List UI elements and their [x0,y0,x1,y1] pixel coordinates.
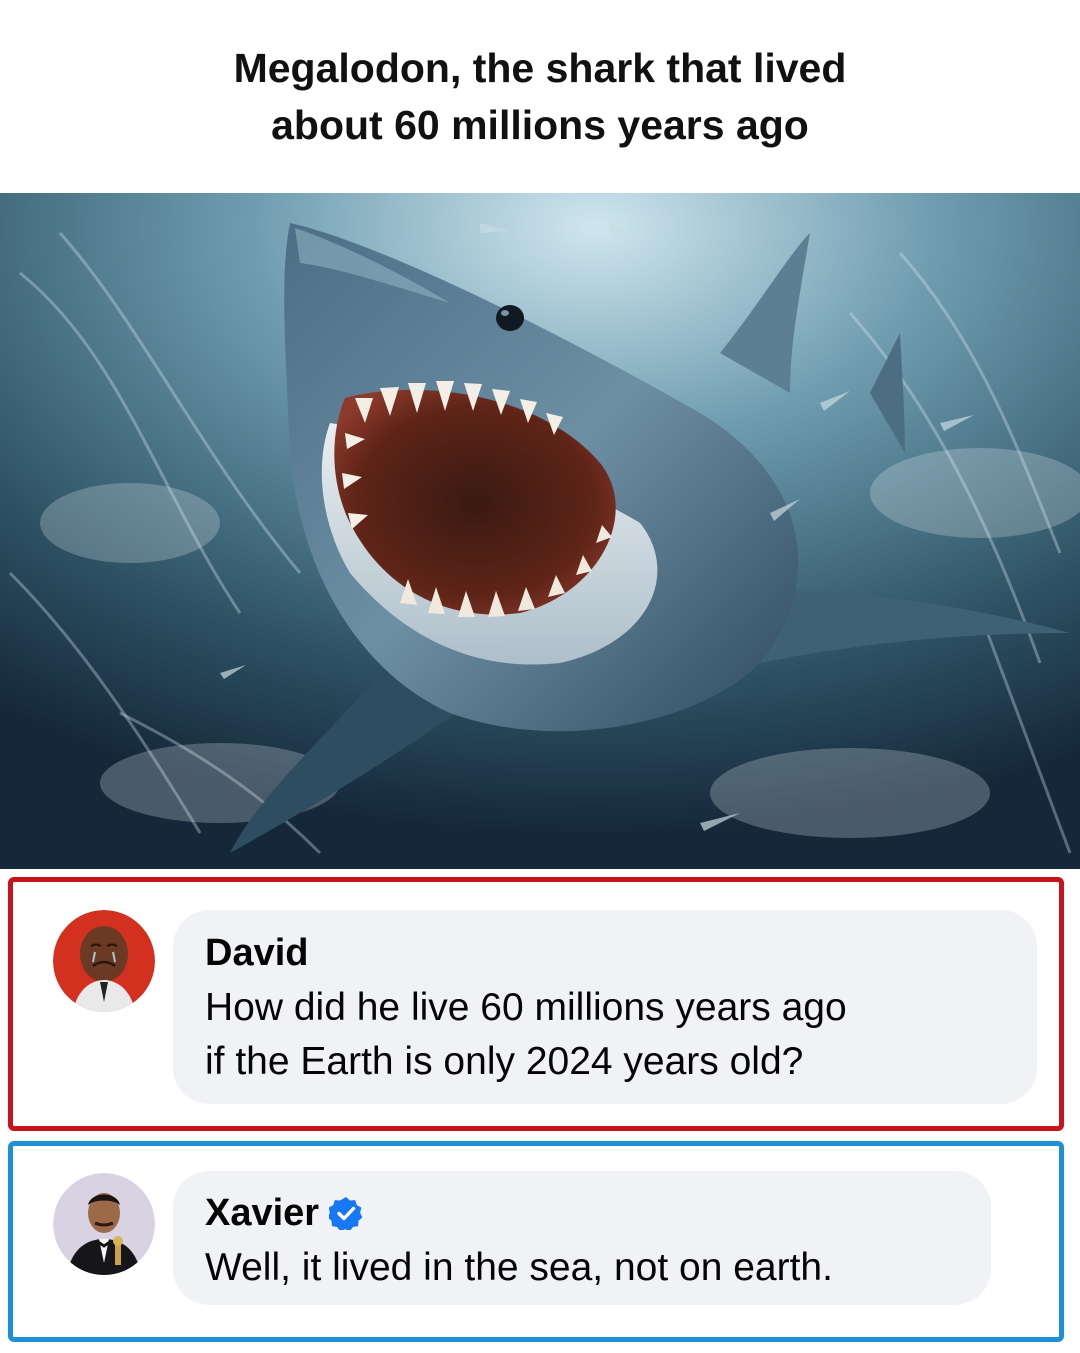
man-with-trophy-avatar-icon [53,1173,155,1275]
highlighted-comment-xavier: Xavier Well, it lived in the sea, not on… [8,1141,1064,1342]
highlighted-comment-david: David How did he live 60 millions years … [8,877,1064,1131]
avatar-david[interactable] [53,910,155,1012]
comment-text: How did he live 60 millions years ago if… [205,981,847,1089]
comment-author-name[interactable]: David [205,931,308,975]
crying-face-avatar-icon [53,910,155,1012]
comment-bubble-david[interactable]: David How did he live 60 millions years … [173,910,1037,1104]
megalodon-image[interactable] [0,193,1080,869]
post-title-line-1: Megalodon, the shark that lived [233,45,847,91]
megalodon-illustration-icon [0,193,1080,869]
comment-text-line-1: Well, it lived in the sea, not on earth. [205,1246,833,1289]
comment-text-line-1: How did he live 60 millions years ago [205,986,847,1029]
verified-badge-icon [329,1197,363,1230]
post-title: Megalodon, the shark that lived about 60… [0,40,1080,154]
comment-author-name[interactable]: Xavier [205,1191,319,1235]
comment-author[interactable]: Xavier [205,1191,363,1235]
comment-author[interactable]: David [205,931,308,975]
comment-bubble-xavier[interactable]: Xavier Well, it lived in the sea, not on… [173,1171,991,1305]
avatar-xavier[interactable] [53,1173,155,1275]
comment-text: Well, it lived in the sea, not on earth. [205,1241,833,1295]
comment-text-line-2: if the Earth is only 2024 years old? [205,1040,804,1083]
post-title-line-2: about 60 millions years ago [271,102,809,148]
